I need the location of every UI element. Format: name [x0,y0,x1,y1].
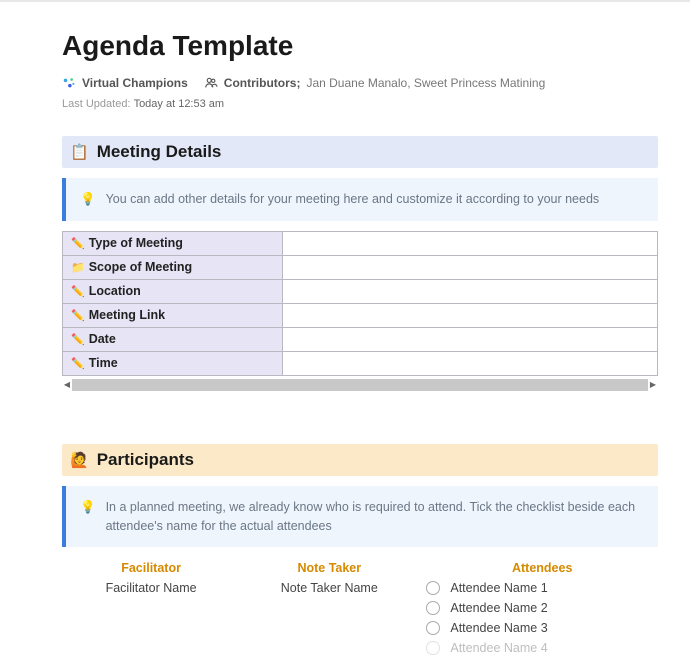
table-row: ✏️Meeting Link [63,303,658,327]
raising-hand-icon: 🙋 [70,451,89,469]
workspace-name: Virtual Champions [82,76,188,90]
field-value-link[interactable] [283,303,658,327]
field-value-date[interactable] [283,327,658,351]
meeting-details-table: ✏️Type of Meeting 📁Scope of Meeting ✏️Lo… [62,231,658,376]
participants-callout: 💡 In a planned meeting, we already know … [62,486,658,548]
field-value-location[interactable] [283,279,658,303]
facilitator-header: Facilitator [62,561,240,575]
attendee-name: Attendee Name 4 [450,641,547,655]
participants-header: 🙋 Participants [62,444,658,476]
field-label-link[interactable]: ✏️Meeting Link [63,303,283,327]
workspace-chip[interactable]: Virtual Champions [62,76,188,90]
contributors-label: Contributors; [224,76,301,90]
scroll-track[interactable] [72,379,648,391]
attendee-name: Attendee Name 2 [450,601,547,615]
attendee-row[interactable]: Attendee Name 2 [426,601,658,615]
attendee-checkbox[interactable] [426,601,440,615]
attendees-column: Attendees Attendee Name 1 Attendee Name … [418,561,658,661]
meeting-details-callout: 💡 You can add other details for your mee… [62,178,658,221]
meta-row: Virtual Champions Contributors; Jan Duan… [62,76,658,90]
lightbulb-icon: 💡 [80,498,96,536]
meeting-details-section: 📋 Meeting Details 💡 You can add other de… [62,136,658,392]
attendee-name: Attendee Name 3 [450,621,547,635]
attendee-row[interactable]: Attendee Name 3 [426,621,658,635]
workspace-icon [62,76,76,90]
note-taker-header: Note Taker [240,561,418,575]
field-label-scope[interactable]: 📁Scope of Meeting [63,255,283,279]
last-updated: Last Updated: Today at 12:53 am [62,98,658,110]
page-container: Agenda Template Virtual Champions [0,0,690,661]
horizontal-scrollbar[interactable]: ◀ ▶ [62,378,658,392]
field-label-type[interactable]: ✏️Type of Meeting [63,231,283,255]
lightbulb-icon: 💡 [80,190,96,209]
contributors-names: Jan Duane Manalo, Sweet Princess Matinin… [306,76,545,90]
field-value-type[interactable] [283,231,658,255]
page-title: Agenda Template [62,30,658,62]
attendee-row[interactable]: Attendee Name 4 [426,641,658,655]
field-label-location[interactable]: ✏️Location [63,279,283,303]
contributors[interactable]: Contributors; Jan Duane Manalo, Sweet Pr… [204,76,545,90]
field-value-scope[interactable] [283,255,658,279]
meeting-details-callout-text: You can add other details for your meeti… [106,190,600,209]
note-taker-column: Note Taker Note Taker Name [240,561,418,661]
field-label-time[interactable]: ✏️Time [63,351,283,375]
participants-section: 🙋 Participants 💡 In a planned meeting, w… [62,444,658,662]
last-updated-time: Today at 12:53 am [134,98,225,110]
attendee-checkbox[interactable] [426,621,440,635]
pencil-icon: ✏️ [71,238,85,250]
attendee-row[interactable]: Attendee Name 1 [426,581,658,595]
contributors-icon [204,76,218,90]
attendees-header: Attendees [426,561,658,575]
meeting-details-header: 📋 Meeting Details [62,136,658,168]
notepad-icon: 📋 [70,143,89,161]
attendee-checkbox[interactable] [426,581,440,595]
field-value-time[interactable] [283,351,658,375]
pencil-icon: ✏️ [71,334,85,346]
table-row: ✏️Date [63,327,658,351]
table-row: ✏️Location [63,279,658,303]
pencil-icon: ✏️ [71,310,85,322]
participants-roles: Facilitator Facilitator Name Note Taker … [62,561,658,661]
participants-callout-text: In a planned meeting, we already know wh… [106,498,644,536]
scroll-left-arrow-icon[interactable]: ◀ [62,378,72,392]
table-row: 📁Scope of Meeting [63,255,658,279]
participants-title: Participants [97,450,194,470]
note-taker-name[interactable]: Note Taker Name [240,581,418,595]
pencil-icon: ✏️ [71,286,85,298]
field-label-date[interactable]: ✏️Date [63,327,283,351]
folder-icon: 📁 [71,262,85,274]
table-row: ✏️Type of Meeting [63,231,658,255]
last-updated-label: Last Updated: [62,98,131,110]
facilitator-name[interactable]: Facilitator Name [62,581,240,595]
meeting-details-title: Meeting Details [97,142,222,162]
table-row: ✏️Time [63,351,658,375]
attendee-name: Attendee Name 1 [450,581,547,595]
attendee-checkbox[interactable] [426,641,440,655]
pencil-icon: ✏️ [71,358,85,370]
facilitator-column: Facilitator Facilitator Name [62,561,240,661]
scroll-right-arrow-icon[interactable]: ▶ [648,378,658,392]
